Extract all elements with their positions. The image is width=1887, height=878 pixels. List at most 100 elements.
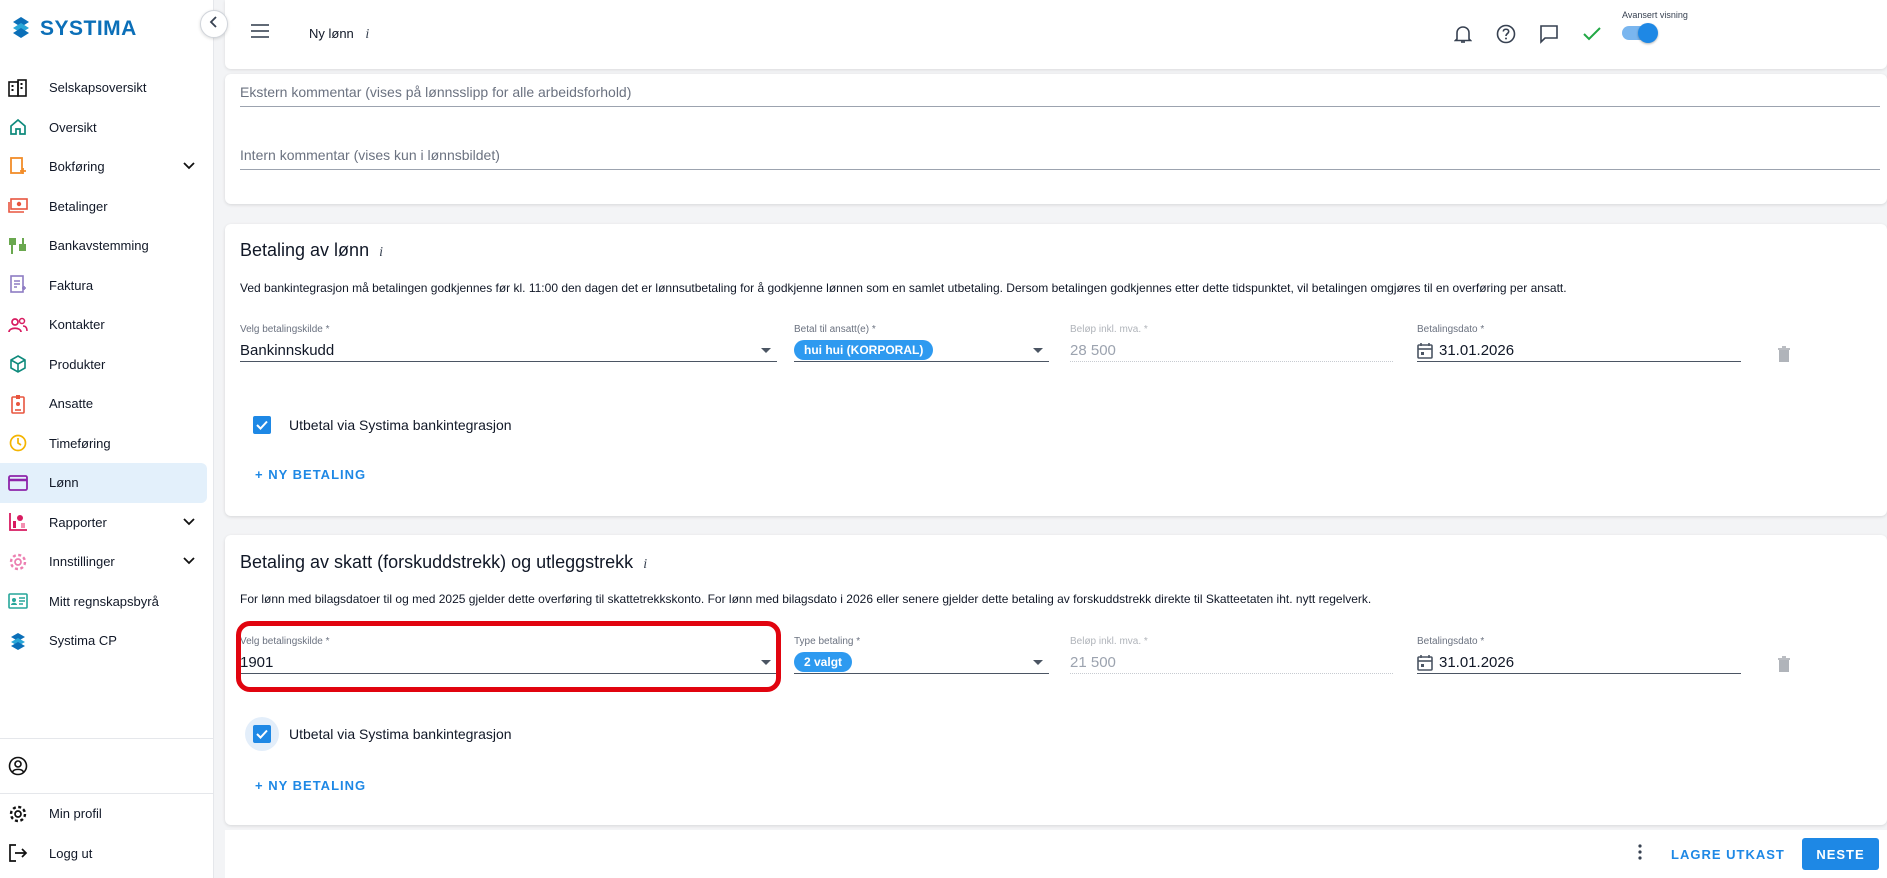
reports-icon [8,512,28,532]
bookkeeping-icon [8,156,28,177]
collapse-sidebar-button[interactable] [200,10,228,38]
section-title: Betaling av skatt (forskuddstrekk) og ut… [240,552,647,573]
sidebar-item-oversikt[interactable]: Oversikt [0,108,214,148]
bank-integration-checkbox-row[interactable]: Utbetal via Systima bankintegrasjon [245,408,512,442]
more-vert-icon[interactable] [1638,844,1642,865]
sidebar-item-label: Oversikt [49,119,97,135]
field-value: 2 valgt [794,651,1049,673]
info-icon[interactable]: i [643,557,647,572]
sidebar-item-label: Lønn [49,475,79,491]
field-underline [1070,361,1393,362]
sidebar-item-label: Produkter [49,356,106,372]
sidebar-item-label: Timeføring [49,435,111,451]
salary-icon [8,473,28,493]
external-comment-field[interactable]: Ekstern kommentar (vises på lønnsslipp f… [240,84,1880,107]
field-label: Beløp inkl. mva. * [1070,636,1148,647]
checkbox-checked [253,416,271,434]
tax-payment-card: Betaling av skatt (forskuddstrekk) og ut… [225,535,1887,825]
tax-bank-integration-checkbox-row[interactable]: Utbetal via Systima bankintegrasjon [245,717,512,751]
payment-type-chip[interactable]: 2 valgt [794,652,853,672]
sidebar-item-mitt-regnskapsbyra[interactable]: Mitt regnskapsbyrå [0,582,214,622]
field-value: 28 500 [1070,341,1116,359]
comments-card: Ekstern kommentar (vises på lønnsslipp f… [225,74,1887,204]
systima-logo[interactable]: SYSTIMA [10,14,137,44]
checkbox[interactable] [245,717,279,751]
field-label: Type betaling * [794,636,861,647]
tax-payment-date-field[interactable]: Betalingsdato * 31.01.2026 [1417,636,1741,674]
sidebar-item-kontakter[interactable]: Kontakter [0,305,214,345]
field-underline [1070,673,1393,674]
internal-comment-field[interactable]: Intern kommentar (vises kun i lønnsbilde… [240,147,1880,170]
field-label: Beløp inkl. mva. * [1070,324,1148,335]
sidebar-item-produkter[interactable]: Produkter [0,345,214,385]
sidebar-item-logg-ut[interactable]: Logg ut [0,834,214,874]
field-label: Velg betalingskilde * [240,324,330,335]
caret-down-icon [1033,348,1043,353]
sidebar-item-bokforing[interactable]: Bokføring [0,147,214,187]
sidebar-item-label: Innstillinger [49,554,115,570]
tax-payment-source-select[interactable]: Velg betalingskilde * 1901 [240,636,777,674]
caret-down-icon [761,348,771,353]
payee-chip[interactable]: hui hui (KORPORAL) [794,340,934,360]
checkbox[interactable] [245,408,279,442]
chat-icon[interactable] [1537,22,1561,46]
sidebar-item-innstillinger[interactable]: Innstillinger [0,542,214,582]
delete-icon[interactable] [1777,656,1791,678]
help-icon[interactable] [1494,22,1518,46]
checkbox-label: Utbetal via Systima bankintegrasjon [289,417,512,433]
current-user[interactable] [0,739,214,793]
save-draft-button[interactable]: LAGRE UTKAST [1671,847,1785,862]
new-payment-button[interactable]: + NY BETALING [255,467,366,482]
advanced-view-label: Avansert visning [1622,10,1688,20]
chevron-down-icon[interactable] [182,515,196,532]
sidebar-item-label: Rapporter [49,514,107,530]
chevron-down-icon[interactable] [182,554,196,571]
sidebar-item-label: Faktura [49,277,94,293]
section-title-text: Betaling av lønn [240,240,370,260]
payee-select[interactable]: Betal til ansatt(e) * hui hui (KORPORAL) [794,324,1049,362]
sidebar-item-bankavstemming[interactable]: Bankavstemming [0,226,214,266]
caret-down-icon [1033,660,1043,665]
next-button[interactable]: NESTE [1802,838,1879,870]
calendar-icon[interactable] [1417,654,1433,671]
toggle-knob [1638,23,1658,43]
payment-date-field[interactable]: Betalingsdato * 31.01.2026 [1417,324,1741,362]
caret-down-icon [761,660,771,665]
delete-icon[interactable] [1777,346,1791,368]
field-underline [240,673,777,674]
advanced-view-toggle[interactable]: Avansert visning [1622,10,1688,43]
info-icon[interactable]: i [379,245,383,260]
sidebar-item-selskapsoversikt[interactable]: Selskapsoversikt [0,68,214,108]
toolbar-icons [1451,22,1604,46]
clock-icon [8,433,28,453]
date-value: 31.01.2026 [1439,653,1515,671]
sidebar-item-timeforing[interactable]: Timeføring [0,424,214,464]
sidebar-item-systima-cp[interactable]: Systima CP [0,621,214,661]
sidebar-item-betalinger[interactable]: Betalinger [0,187,214,227]
calendar-icon[interactable] [1417,342,1433,359]
info-icon[interactable]: i [365,27,369,42]
chevron-down-icon[interactable] [182,159,196,176]
notification-bell-icon[interactable] [1451,22,1475,46]
sidebar-item-label: Logg ut [49,845,93,861]
building-icon [8,78,28,98]
logout-icon [8,843,28,863]
sidebar-item-label: Systima CP [49,633,117,649]
menu-icon[interactable] [251,24,269,43]
payments-icon [8,196,28,216]
sidebar-item-ansatte[interactable]: Ansatte [0,384,214,424]
account-circle-icon [8,756,28,776]
sidebar-item-lonn[interactable]: Lønn [0,463,207,503]
field-underline [240,361,777,362]
toggle-switch[interactable] [1622,23,1658,43]
checkbox-checked [253,725,271,743]
sidebar-bottom: Min profil Logg ut [0,738,214,873]
sidebar-item-faktura[interactable]: Faktura [0,266,214,306]
brand-name: SYSTIMA [40,17,137,40]
sidebar-item-min-profil[interactable]: Min profil [0,794,214,834]
payment-source-select[interactable]: Velg betalingskilde * Bankinnskudd [240,324,777,362]
payment-type-select[interactable]: Type betaling * 2 valgt [794,636,1049,674]
field-underline [1417,673,1741,674]
sidebar-item-rapporter[interactable]: Rapporter [0,503,214,543]
new-payment-button[interactable]: + NY BETALING [255,778,366,793]
